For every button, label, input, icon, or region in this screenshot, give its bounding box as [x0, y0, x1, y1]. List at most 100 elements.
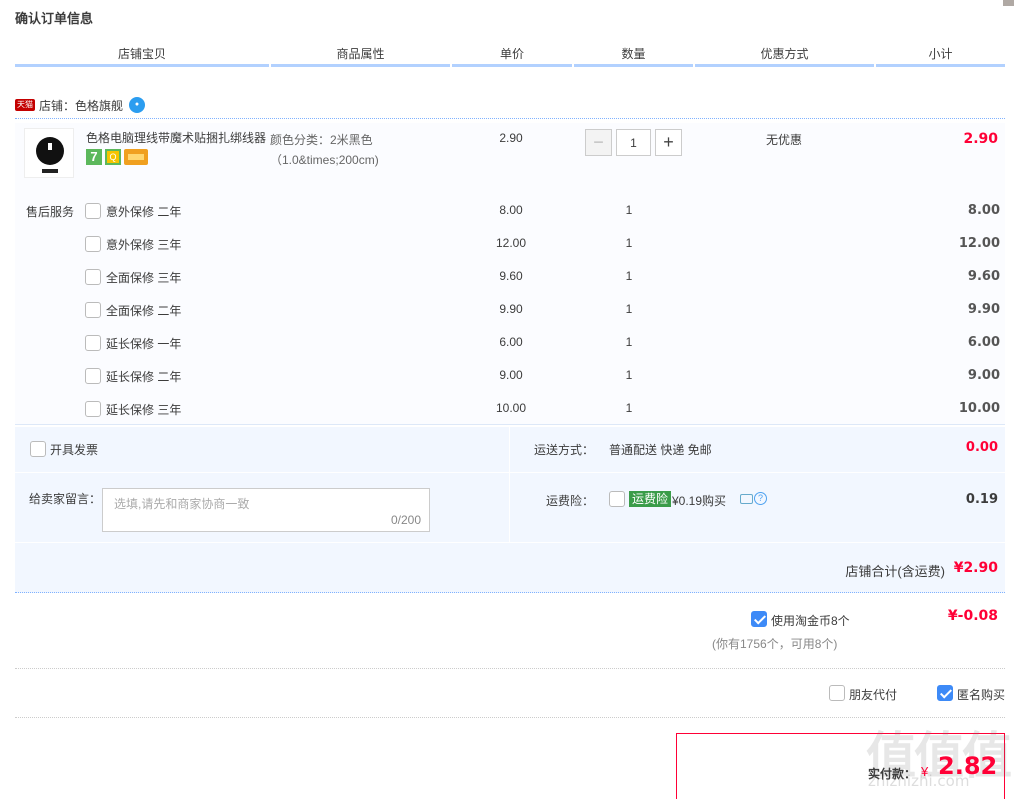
message-counter: 0/200	[390, 513, 421, 527]
shop-total-label: 店铺合计(含运费)	[845, 564, 945, 579]
insurance-price-text: ¥0.19购买	[672, 494, 727, 508]
product-image-disc	[36, 137, 64, 165]
after-sales-checkbox[interactable]	[85, 335, 101, 351]
product-image-tag	[42, 169, 58, 173]
shop-name-link[interactable]: 色格旗舰	[75, 97, 123, 114]
after-sales-qty: 1	[625, 203, 633, 217]
friend-pay-label: 朋友代付	[849, 688, 898, 702]
tmall-badge: 天猫	[15, 99, 35, 111]
help-icon[interactable]: ?	[754, 492, 767, 505]
coin-checkbox[interactable]	[751, 611, 767, 627]
header-quantity: 数量	[574, 45, 693, 67]
options-divider-1	[15, 472, 1005, 473]
product-badges: 7 Q	[86, 149, 148, 165]
after-sales-qty: 1	[625, 269, 633, 283]
after-sales-checkbox[interactable]	[85, 236, 101, 252]
table-header: 店铺宝贝 商品属性 单价 数量 优惠方式 小计	[15, 45, 1005, 67]
header-shop-item: 店铺宝贝	[15, 45, 269, 67]
coin-note: (你有1756个，可用8个)	[712, 637, 838, 651]
seven-day-return-icon[interactable]: 7	[86, 149, 102, 165]
after-sales-name: 延长保修 三年	[106, 403, 182, 417]
shipping-price: 0.00	[965, 440, 998, 455]
watermark-url: zhizhizhi.com	[868, 772, 970, 790]
quantity-decrease-button[interactable]: −	[585, 129, 612, 156]
after-sales-name: 延长保修 二年	[106, 370, 182, 384]
invoice-checkbox[interactable]	[30, 441, 46, 457]
insurance-price: 0.19	[965, 492, 998, 507]
after-sales-price: 12.00	[495, 236, 527, 250]
after-sales-name: 全面保修 二年	[106, 304, 182, 318]
header-discount: 优惠方式	[695, 45, 874, 67]
after-sales-subtotal: 12.00	[958, 236, 1000, 251]
page-title: 确认订单信息	[15, 11, 94, 26]
after-sales-price: 9.60	[499, 269, 523, 283]
after-sales-subtotal: 6.00	[967, 335, 1000, 350]
product-promo: 无优惠	[765, 133, 802, 147]
options-divider-2	[15, 542, 1005, 543]
chat-wangwang-icon[interactable]: ●	[129, 97, 146, 113]
after-sales-checkbox[interactable]	[85, 302, 101, 318]
insurance-checkbox[interactable]	[609, 491, 625, 507]
after-sales-row[interactable]: 延长保修 二年 9.00 1 9.00	[84, 366, 1000, 386]
shipping-label: 运送方式：	[534, 443, 595, 457]
after-sales-row[interactable]: 全面保修 三年 9.60 1 9.60	[84, 267, 1000, 287]
after-sales-subtotal: 9.60	[967, 269, 1000, 284]
after-sales-checkbox[interactable]	[85, 269, 101, 285]
anonymous-label: 匿名购买	[957, 688, 1006, 702]
friend-pay-checkbox[interactable]	[829, 685, 845, 701]
after-sales-name: 全面保修 三年	[106, 271, 182, 285]
insurance-tag: 运费险	[629, 491, 672, 507]
after-sales-price: 9.00	[499, 368, 523, 382]
product-attributes: 颜色分类：2米黑色（1.0&times;200cm)	[270, 133, 379, 167]
after-sales-name: 意外保修 三年	[106, 238, 182, 252]
header-subtotal: 小计	[876, 45, 1005, 67]
quality-badge-icon[interactable]: Q	[105, 149, 121, 165]
shop-label: 店铺：	[39, 98, 76, 113]
after-sales-row[interactable]: 延长保修 一年 6.00 1 6.00	[84, 333, 1000, 353]
shipping-method[interactable]: 普通配送 快递 免邮	[609, 441, 712, 458]
after-sales-subtotal: 10.00	[958, 401, 1000, 416]
divider-coins	[15, 668, 1005, 669]
after-sales-checkbox[interactable]	[85, 401, 101, 417]
after-sales-price: 8.00	[499, 203, 523, 217]
after-sales-qty: 1	[625, 401, 633, 415]
product-unit-price: 2.90	[499, 131, 523, 145]
after-sales-checkbox[interactable]	[85, 203, 101, 219]
quantity-stepper: − +	[585, 129, 682, 156]
after-sales-name: 意外保修 二年	[106, 205, 182, 219]
after-sales-qty: 1	[625, 335, 633, 349]
after-sales-subtotal: 9.00	[967, 368, 1000, 383]
after-sales-row[interactable]: 意外保修 二年 8.00 1 8.00	[84, 201, 1000, 221]
corner-decoration	[1003, 0, 1014, 6]
quantity-increase-button[interactable]: +	[655, 129, 682, 156]
after-sales-qty: 1	[625, 368, 633, 382]
product-thumbnail[interactable]	[24, 128, 74, 178]
after-sales-checkbox[interactable]	[85, 368, 101, 384]
after-sales-price: 10.00	[495, 401, 527, 415]
message-textarea[interactable]: 选填,请先和商家协商一致 0/200	[102, 488, 430, 532]
product-subtotal: 2.90	[963, 131, 998, 147]
insurance-icons: ?	[740, 492, 767, 505]
product-image-mark	[48, 143, 52, 150]
after-sales-row[interactable]: 意外保修 三年 12.00 1 12.00	[84, 234, 1000, 254]
after-sales-subtotal: 9.90	[967, 302, 1000, 317]
invoice-label: 开具发票	[50, 443, 99, 457]
header-unit-price: 单价	[452, 45, 572, 67]
message-label: 给卖家留言：	[29, 492, 102, 506]
after-sales-qty: 1	[625, 302, 633, 316]
quantity-input[interactable]	[616, 129, 651, 156]
coin-discount-value: ¥-0.08	[947, 608, 998, 624]
after-sales-price: 9.90	[499, 302, 523, 316]
after-sales-label: 售后服务	[26, 205, 75, 219]
after-sales-price: 6.00	[499, 335, 523, 349]
after-sales-name: 延长保修 一年	[106, 337, 182, 351]
header-attributes: 商品属性	[271, 45, 450, 67]
product-name-link[interactable]: 色格电脑理线带魔术贴捆扎绑线器	[86, 130, 266, 146]
chat-bubble-icon[interactable]	[740, 494, 753, 504]
divider-options	[15, 717, 1005, 718]
after-sales-row[interactable]: 延长保修 三年 10.00 1 10.00	[84, 399, 1000, 419]
after-sales-row[interactable]: 全面保修 二年 9.90 1 9.90	[84, 300, 1000, 320]
anonymous-checkbox[interactable]	[937, 685, 953, 701]
credit-card-icon[interactable]	[124, 149, 148, 165]
shop-line: 天猫 店铺： 色格旗舰 ●	[15, 96, 146, 114]
